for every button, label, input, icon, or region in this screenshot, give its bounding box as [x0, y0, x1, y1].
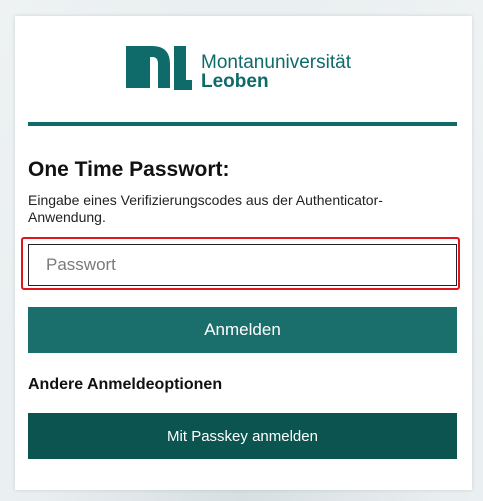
page-title: One Time Passwort: [28, 158, 230, 181]
login-button[interactable]: Anmelden [28, 307, 457, 353]
otp-password-input[interactable] [28, 244, 457, 286]
passkey-login-button[interactable]: Mit Passkey anmelden [28, 413, 457, 459]
login-card: Montanuniversität Leoben One Time Passwo… [15, 16, 472, 490]
otp-description: Eingabe eines Verifizierungscodes aus de… [28, 192, 383, 225]
university-logo: Montanuniversität Leoben [126, 44, 366, 94]
other-options-heading: Andere Anmeldeoptionen [28, 376, 223, 393]
brand-name-line1: Montanuniversität [201, 52, 351, 73]
header-divider [28, 122, 457, 126]
mul-logo-icon [126, 46, 192, 90]
brand-name-line2: Leoben [201, 71, 269, 92]
